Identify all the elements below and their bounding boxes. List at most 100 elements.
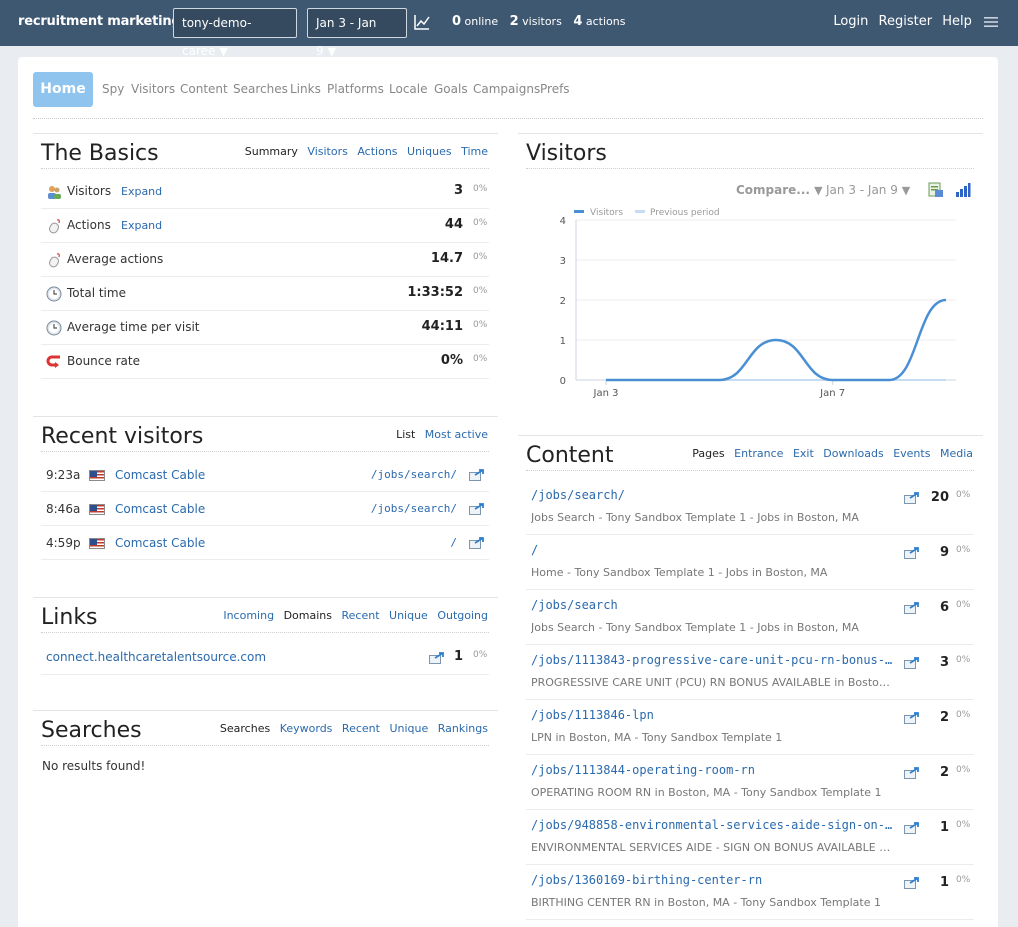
visitor-isp-link[interactable]: Comcast Cable xyxy=(115,536,205,550)
external-link-icon[interactable] xyxy=(904,877,920,889)
subnav-visitors[interactable]: Visitors xyxy=(307,145,347,158)
link-domain[interactable]: connect.healthcaretalentsource.com xyxy=(46,650,266,664)
us-flag-icon xyxy=(89,504,105,515)
tab-searches[interactable]: Searches xyxy=(233,82,288,96)
account-nav: Login Register Help xyxy=(827,14,998,29)
export-icon[interactable] xyxy=(928,182,944,198)
external-link-icon[interactable] xyxy=(904,492,920,504)
tab-campaigns[interactable]: Campaigns xyxy=(473,82,540,96)
chart-range-dropdown[interactable]: Jan 3 - Jan 9 ▼ xyxy=(826,183,910,197)
tab-content[interactable]: Content xyxy=(180,82,228,96)
content-path-link[interactable]: /jobs/1113844-operating-room-rn xyxy=(531,763,893,777)
external-link-icon[interactable] xyxy=(904,712,920,724)
tab-spy[interactable]: Spy xyxy=(102,82,124,96)
external-link-icon[interactable] xyxy=(904,602,920,614)
panel-border xyxy=(33,416,498,417)
external-link-icon[interactable] xyxy=(469,469,485,481)
tab-platforms[interactable]: Platforms xyxy=(327,82,384,96)
content-path-link[interactable]: /jobs/search xyxy=(531,598,893,612)
subnav-unique[interactable]: Unique xyxy=(389,609,428,622)
tab-prefs[interactable]: Prefs xyxy=(540,82,570,96)
login-link[interactable]: Login xyxy=(833,14,868,29)
content-path-link[interactable]: /jobs/1113846-lpn xyxy=(531,708,893,722)
content-row[interactable]: /jobs/1113844-operating-room-rn OPERATIN… xyxy=(526,755,974,810)
external-link-icon[interactable] xyxy=(429,652,445,664)
basics-value: 14.7 xyxy=(430,251,463,266)
subnav-keywords[interactable]: Keywords xyxy=(280,722,333,735)
date-range-dropdown[interactable]: Jan 3 - Jan 9 ▼ xyxy=(307,8,407,58)
content-row[interactable]: / Home - Tony Sandbox Template 1 - Jobs … xyxy=(526,535,974,590)
content-row[interactable]: /jobs/1113843-progressive-care-unit-pcu-… xyxy=(526,645,974,700)
subnav-outgoing[interactable]: Outgoing xyxy=(437,609,488,622)
visitor-row[interactable]: 8:46a Comcast Cable /jobs/search/ xyxy=(41,492,489,526)
expand-link[interactable]: Expand xyxy=(121,185,162,198)
content-path-link[interactable]: / xyxy=(531,543,893,557)
subnav-rankings[interactable]: Rankings xyxy=(438,722,488,735)
subnav-recent[interactable]: Recent xyxy=(341,609,379,622)
tab-home[interactable]: Home xyxy=(33,72,93,107)
external-link-icon[interactable] xyxy=(904,822,920,834)
content-row[interactable]: /jobs/1360169-birthing-center-rn BIRTHIN… xyxy=(526,865,974,920)
searches-panel: Searches Searches Keywords Recent Unique… xyxy=(33,710,498,790)
external-link-icon[interactable] xyxy=(904,657,920,669)
visitor-path-link[interactable]: / xyxy=(301,536,457,549)
site-dropdown[interactable]: tony-demo-caree ▼ xyxy=(173,8,297,58)
help-link[interactable]: Help xyxy=(942,14,972,29)
content-row[interactable]: /jobs/1113846-lpn LPN in Boston, MA - To… xyxy=(526,700,974,755)
content-count: 3 xyxy=(939,655,949,670)
subnav-incoming[interactable]: Incoming xyxy=(223,609,274,622)
external-link-icon[interactable] xyxy=(469,503,485,515)
subnav-time[interactable]: Time xyxy=(461,145,488,158)
basics-label: Actions xyxy=(67,218,111,232)
tab-links[interactable]: Links xyxy=(290,82,321,96)
subnav-events[interactable]: Events xyxy=(893,447,930,460)
external-link-icon[interactable] xyxy=(469,537,485,549)
visitor-path-link[interactable]: /jobs/search/ xyxy=(301,502,457,515)
content-row[interactable]: /jobs/search Jobs Search - Tony Sandbox … xyxy=(526,590,974,645)
expand-link[interactable]: Expand xyxy=(121,219,162,232)
tab-goals[interactable]: Goals xyxy=(434,82,468,96)
link-row[interactable]: connect.healthcaretalentsource.com 1 0% xyxy=(41,639,489,675)
visitor-path-link[interactable]: /jobs/search/ xyxy=(301,468,457,481)
visitor-isp-link[interactable]: Comcast Cable xyxy=(115,502,205,516)
subnav-domains[interactable]: Domains xyxy=(284,609,332,622)
y-tick-label: 2 xyxy=(560,296,566,307)
subnav-pages[interactable]: Pages xyxy=(692,447,724,460)
subnav-actions[interactable]: Actions xyxy=(357,145,397,158)
visitor-row[interactable]: 9:23a Comcast Cable /jobs/search/ xyxy=(41,458,489,492)
hamburger-menu-icon[interactable] xyxy=(984,16,998,28)
visitor-row[interactable]: 4:59p Comcast Cable / xyxy=(41,526,489,560)
bar-chart-icon[interactable] xyxy=(955,182,971,198)
subnav-uniques[interactable]: Uniques xyxy=(407,145,452,158)
content-row[interactable]: /jobs/948858-environmental-services-aide… xyxy=(526,810,974,865)
site-brand[interactable]: recruitment marketing xyxy=(18,14,181,29)
basics-title: The Basics xyxy=(41,141,159,166)
subnav-summary[interactable]: Summary xyxy=(245,145,298,158)
trend-chart-icon[interactable] xyxy=(413,13,431,31)
subnav-downloads[interactable]: Downloads xyxy=(823,447,883,460)
compare-dropdown[interactable]: Compare... ▼ xyxy=(736,183,823,197)
y-tick-label: 4 xyxy=(560,216,566,227)
tab-locale[interactable]: Locale xyxy=(389,82,427,96)
realtime-stats[interactable]: 0 online 2 visitors 4 actions xyxy=(452,14,633,29)
register-link[interactable]: Register xyxy=(879,14,933,29)
subnav-searches[interactable]: Searches xyxy=(220,722,270,735)
content-path-link[interactable]: /jobs/search/ xyxy=(531,488,893,502)
subnav-exit[interactable]: Exit xyxy=(793,447,814,460)
subnav-unique[interactable]: Unique xyxy=(389,722,428,735)
tab-visitors[interactable]: Visitors xyxy=(131,82,175,96)
visitor-isp-link[interactable]: Comcast Cable xyxy=(115,468,205,482)
content-path-link[interactable]: /jobs/1113843-progressive-care-unit-pcu-… xyxy=(531,653,893,667)
subnav-list[interactable]: List xyxy=(396,428,415,441)
subnav-media[interactable]: Media xyxy=(940,447,973,460)
x-tick-label: Jan 7 xyxy=(819,388,845,399)
subnav-recent[interactable]: Recent xyxy=(342,722,380,735)
content-row[interactable]: /jobs/search/ Jobs Search - Tony Sandbox… xyxy=(526,480,974,535)
content-count: 9 xyxy=(939,545,949,560)
subnav-entrance[interactable]: Entrance xyxy=(734,447,783,460)
external-link-icon[interactable] xyxy=(904,547,920,559)
subnav-most-active[interactable]: Most active xyxy=(425,428,488,441)
content-path-link[interactable]: /jobs/948858-environmental-services-aide… xyxy=(531,818,893,832)
content-path-link[interactable]: /jobs/1360169-birthing-center-rn xyxy=(531,873,893,887)
external-link-icon[interactable] xyxy=(904,767,920,779)
